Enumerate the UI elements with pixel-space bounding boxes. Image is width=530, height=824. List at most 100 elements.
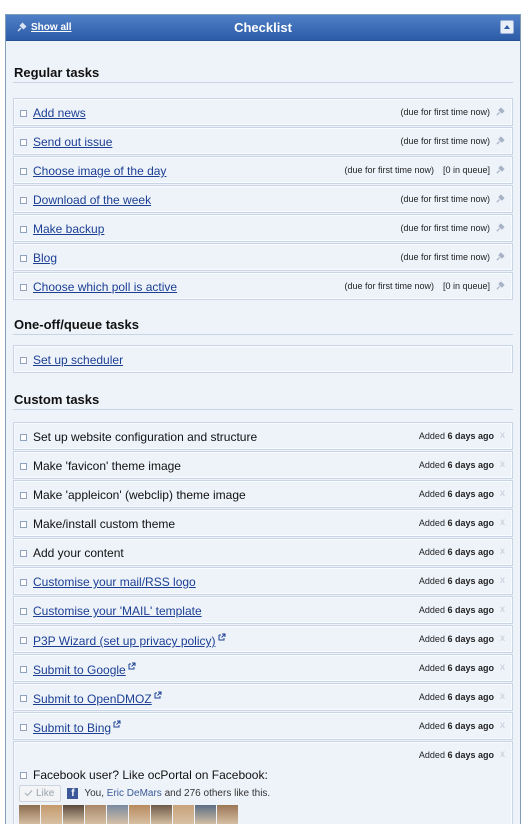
due-status: (due for first time now) bbox=[344, 165, 434, 175]
task-row: Submit to OpenDMOZ Added 6 days ago x bbox=[13, 683, 513, 711]
like-friend-name[interactable]: Eric DeMars bbox=[107, 788, 162, 799]
task-checkbox[interactable] bbox=[20, 110, 27, 117]
task-link[interactable]: Submit to Google bbox=[33, 662, 136, 677]
delete-icon[interactable]: x bbox=[500, 430, 505, 441]
added-ago: 6 days ago bbox=[447, 605, 494, 615]
task-checkbox[interactable] bbox=[20, 550, 27, 557]
pin-icon[interactable] bbox=[495, 106, 506, 117]
task-link[interactable]: Send out issue bbox=[33, 135, 112, 149]
pin-icon[interactable] bbox=[495, 222, 506, 233]
task-label: Make 'favicon' theme image bbox=[33, 459, 181, 473]
avatar[interactable] bbox=[41, 805, 62, 824]
delete-icon[interactable]: x bbox=[500, 575, 505, 586]
added-ago: 6 days ago bbox=[447, 518, 494, 528]
avatar[interactable] bbox=[217, 805, 238, 824]
task-label-text[interactable]: Submit to Google bbox=[33, 663, 126, 677]
task-row: Add news (due for first time now) bbox=[13, 98, 513, 126]
task-row: Choose image of the day [0 in queue] (due … bbox=[13, 156, 513, 184]
delete-icon[interactable]: x bbox=[500, 633, 505, 644]
task-link[interactable]: Set up scheduler bbox=[33, 353, 123, 367]
pin-icon[interactable] bbox=[495, 251, 506, 262]
collapse-button[interactable] bbox=[500, 20, 514, 34]
avatar[interactable] bbox=[173, 805, 194, 824]
oneoff-tasks-heading: One-off/queue tasks bbox=[13, 317, 513, 335]
task-label: Make 'appleicon' (webclip) theme image bbox=[33, 488, 246, 502]
task-checkbox[interactable] bbox=[20, 608, 27, 615]
delete-icon[interactable]: x bbox=[500, 517, 505, 528]
panel-title: Checklist bbox=[234, 20, 292, 35]
avatar[interactable] bbox=[107, 805, 128, 824]
task-label-text[interactable]: P3P Wizard (set up privacy policy) bbox=[33, 634, 216, 648]
pin-icon[interactable] bbox=[495, 280, 506, 291]
avatar[interactable] bbox=[19, 805, 40, 824]
delete-icon[interactable]: x bbox=[500, 546, 505, 557]
task-row: Download of the week (due for first time … bbox=[13, 185, 513, 213]
task-link[interactable]: Customise your 'MAIL' template bbox=[33, 604, 202, 618]
task-link[interactable]: Download of the week bbox=[33, 193, 151, 207]
task-label-text[interactable]: Submit to Bing bbox=[33, 721, 111, 735]
task-row: Send out issue (due for first time now) bbox=[13, 127, 513, 155]
added-ago: 6 days ago bbox=[447, 634, 494, 644]
task-checkbox[interactable] bbox=[20, 772, 27, 779]
task-label-text: Make 'favicon' theme image bbox=[33, 459, 181, 473]
avatar[interactable] bbox=[129, 805, 150, 824]
task-checkbox[interactable] bbox=[20, 463, 27, 470]
task-checkbox[interactable] bbox=[20, 637, 27, 644]
task-link[interactable]: Submit to OpenDMOZ bbox=[33, 691, 162, 706]
delete-icon[interactable]: x bbox=[500, 604, 505, 615]
delete-icon[interactable]: x bbox=[500, 488, 505, 499]
task-link[interactable]: Customise your mail/RSS logo bbox=[33, 575, 196, 589]
avatar[interactable] bbox=[195, 805, 216, 824]
task-row: Make 'appleicon' (webclip) theme image Ad… bbox=[13, 480, 513, 508]
task-link[interactable]: Make backup bbox=[33, 222, 104, 236]
panel-titlebar: Show all Checklist bbox=[6, 15, 520, 41]
task-checkbox[interactable] bbox=[20, 695, 27, 702]
regular-tasks-list: Add news (due for first time now) Send out… bbox=[13, 98, 513, 300]
task-link[interactable]: Choose which poll is active bbox=[33, 280, 177, 294]
delete-icon[interactable]: x bbox=[500, 691, 505, 702]
task-checkbox[interactable] bbox=[20, 579, 27, 586]
task-link[interactable]: Choose image of the day bbox=[33, 164, 166, 178]
task-checkbox[interactable] bbox=[20, 434, 27, 441]
task-link[interactable]: P3P Wizard (set up privacy policy) bbox=[33, 633, 226, 648]
task-checkbox[interactable] bbox=[20, 255, 27, 262]
task-checkbox[interactable] bbox=[20, 226, 27, 233]
pin-icon[interactable] bbox=[495, 164, 506, 175]
task-row: Blog (due for first time now) bbox=[13, 243, 513, 271]
delete-icon[interactable]: x bbox=[500, 720, 505, 731]
task-label-text[interactable]: Submit to OpenDMOZ bbox=[33, 692, 152, 706]
facebook-like-button[interactable]: Like bbox=[19, 784, 62, 802]
avatar[interactable] bbox=[63, 805, 84, 824]
delete-icon[interactable]: x bbox=[500, 662, 505, 673]
pin-icon[interactable] bbox=[495, 193, 506, 204]
added-ago: 6 days ago bbox=[447, 576, 494, 586]
delete-icon[interactable]: x bbox=[500, 459, 505, 470]
task-checkbox[interactable] bbox=[20, 197, 27, 204]
task-checkbox[interactable] bbox=[20, 492, 27, 499]
task-checkbox[interactable] bbox=[20, 666, 27, 673]
avatar[interactable] bbox=[85, 805, 106, 824]
task-label: Add your content bbox=[33, 546, 124, 560]
task-link[interactable]: Add news bbox=[33, 106, 86, 120]
task-checkbox[interactable] bbox=[20, 168, 27, 175]
facebook-icon: f bbox=[67, 787, 79, 799]
added-timestamp: Added 6 days ago bbox=[419, 750, 494, 760]
task-label-text[interactable]: Customise your 'MAIL' template bbox=[33, 604, 202, 618]
task-row: Set up scheduler bbox=[13, 345, 513, 373]
check-icon bbox=[24, 790, 33, 797]
task-checkbox[interactable] bbox=[20, 139, 27, 146]
task-link[interactable]: Blog bbox=[33, 251, 57, 265]
task-row: Make 'favicon' theme image Added 6 days a… bbox=[13, 451, 513, 479]
task-link[interactable]: Submit to Bing bbox=[33, 720, 121, 735]
task-checkbox[interactable] bbox=[20, 521, 27, 528]
task-checkbox[interactable] bbox=[20, 724, 27, 731]
task-checkbox[interactable] bbox=[20, 284, 27, 291]
added-prefix: Added bbox=[418, 634, 445, 644]
task-label-text[interactable]: Customise your mail/RSS logo bbox=[33, 575, 196, 589]
task-row: P3P Wizard (set up privacy policy) Added … bbox=[13, 625, 513, 653]
pin-icon[interactable] bbox=[495, 135, 506, 146]
facebook-friend-faces bbox=[19, 805, 239, 824]
avatar[interactable] bbox=[151, 805, 172, 824]
task-checkbox[interactable] bbox=[20, 357, 27, 364]
delete-icon[interactable]: x bbox=[500, 749, 505, 760]
